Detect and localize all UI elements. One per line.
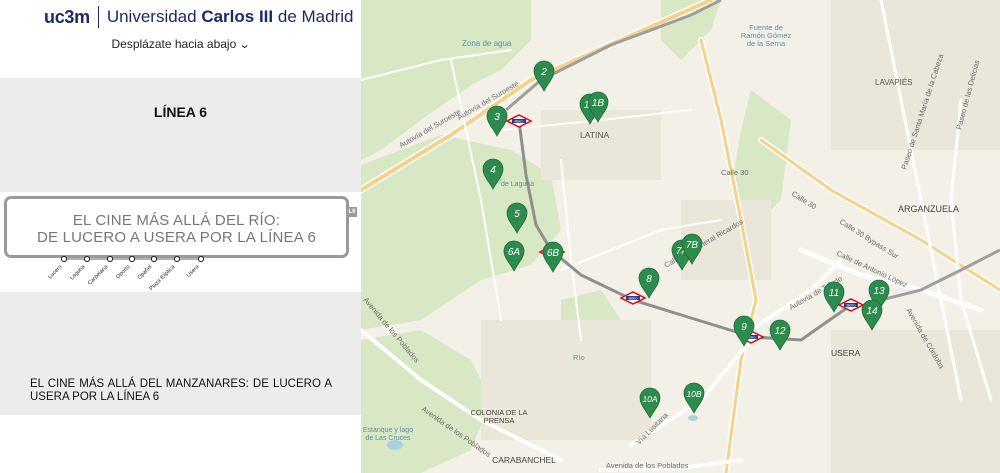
stop-dot xyxy=(150,255,158,263)
stop-dot xyxy=(60,255,68,263)
map-marker-label: 9 xyxy=(741,322,747,333)
map-marker[interactable]: 2 xyxy=(533,60,555,92)
stop-label: Carpetana xyxy=(87,264,110,287)
label-arganzuela: ARGANZUELA xyxy=(898,204,959,214)
map-marker[interactable]: 8 xyxy=(638,267,660,299)
map[interactable]: Zona de agua Fuente de Ramón Gómez de la… xyxy=(361,0,1000,473)
metro-label: Metro xyxy=(515,120,524,124)
label-latina: LATINA xyxy=(580,130,609,140)
map-marker-label: 3 xyxy=(494,112,500,123)
line-title-panel: LÍNEA 6 xyxy=(0,78,361,192)
stop-label: Plaza Elíptica xyxy=(149,264,177,292)
logo-name-part-1: Universidad xyxy=(106,7,202,26)
label-rio: Río xyxy=(573,353,585,362)
logo-separator xyxy=(97,6,99,28)
left-panel: uc3m Universidad Carlos III de Madrid De… xyxy=(0,0,361,473)
map-marker-label: 12 xyxy=(774,326,786,337)
stop-dot xyxy=(173,255,181,263)
label-lavapies: LAVAPIÉS xyxy=(875,78,913,87)
stop-dot xyxy=(83,255,91,263)
uc3m-logo[interactable]: uc3m Universidad Carlos III de Madrid xyxy=(44,6,353,28)
map-marker-label: 7B xyxy=(686,240,699,251)
description-panel: EL CINE MÁS ALLÁ DEL MANZANARES: DE LUCE… xyxy=(0,292,361,415)
map-marker-label: 11 xyxy=(829,288,839,299)
map-marker-label: 2 xyxy=(540,67,547,78)
map-marker-label: 5 xyxy=(514,209,520,220)
stop-dot xyxy=(106,255,114,263)
line-title: LÍNEA 6 xyxy=(153,104,208,120)
label-usera: USERA xyxy=(831,348,861,358)
metro-label: Metro xyxy=(847,304,856,308)
map-marker[interactable]: 6B xyxy=(542,241,564,273)
label-av-poblados-2: Avenida de los Poblados xyxy=(606,461,689,470)
map-marker-label: 1B xyxy=(592,98,605,109)
stop-label: Usera xyxy=(186,264,201,279)
label-laguna: de Laguna xyxy=(501,181,534,188)
map-marker[interactable]: 11 xyxy=(823,281,845,313)
rail-line xyxy=(505,0,722,112)
map-marker-label: 6A xyxy=(508,247,521,258)
map-marker-label: 4 xyxy=(490,165,496,176)
map-marker-label: 10A xyxy=(642,394,657,404)
logo-name: Universidad Carlos III de Madrid xyxy=(107,7,354,27)
map-marker[interactable]: 14 xyxy=(861,299,883,331)
logo-name-part-2: de Madrid xyxy=(273,7,354,26)
map-marker[interactable]: 12 xyxy=(769,319,791,351)
metro-station-icon: Metro xyxy=(505,114,533,128)
label-carabanchel: CARABANCHEL xyxy=(492,455,556,465)
stop-dot xyxy=(197,255,205,263)
map-marker-label: 14 xyxy=(866,306,878,317)
chevron-down-icon: ⌄ xyxy=(238,39,251,51)
label-fuente-3: de la Serna xyxy=(747,39,786,48)
map-canvas[interactable]: Zona de agua Fuente de Ramón Gómez de la… xyxy=(361,0,1000,473)
stop-label: Oporto xyxy=(115,264,131,280)
stop-dot xyxy=(128,255,136,263)
line-description: EL CINE MÁS ALLÁ DEL MANZANARES: DE LUCE… xyxy=(30,378,332,403)
map-marker-label: 8 xyxy=(646,274,652,285)
label-calle30-2: Calle 30 xyxy=(790,189,818,211)
map-marker-label: 10B xyxy=(686,389,701,399)
label-calle30-1: Calle 30 xyxy=(721,168,749,177)
header: uc3m Universidad Carlos III de Madrid De… xyxy=(0,0,361,78)
scroll-down-link[interactable]: Desplázate hacia abajo ⌄ xyxy=(0,37,361,51)
stop-diagram: Lucero Laguna Carpetana Oporto OpañelPlaza E… xyxy=(47,255,205,292)
map-marker-label: 6B xyxy=(547,248,560,259)
map-marker-label: 13 xyxy=(873,286,885,297)
label-zona-agua: Zona de agua xyxy=(462,39,512,48)
logo-short: uc3m xyxy=(44,6,90,27)
stop-label: Laguna xyxy=(69,264,87,282)
stop-label: Lucero xyxy=(47,264,63,280)
scroll-down-label: Desplázate hacia abajo xyxy=(111,37,237,51)
label-estanque-1: Estanque y lago xyxy=(363,427,413,434)
label-estanque-2: de Las Cruces xyxy=(365,435,411,442)
line-sign-section: EL CINE MÁS ALLÁ DEL RÍO: DE LUCERO A US… xyxy=(0,192,361,292)
label-colonia-2: PRENSA xyxy=(484,416,515,425)
stop-label: Opañel xyxy=(137,264,154,281)
logo-name-bold: Carlos III xyxy=(201,7,274,26)
metro-label: Metro xyxy=(629,297,638,301)
map-marker[interactable]: 3 xyxy=(486,105,508,137)
